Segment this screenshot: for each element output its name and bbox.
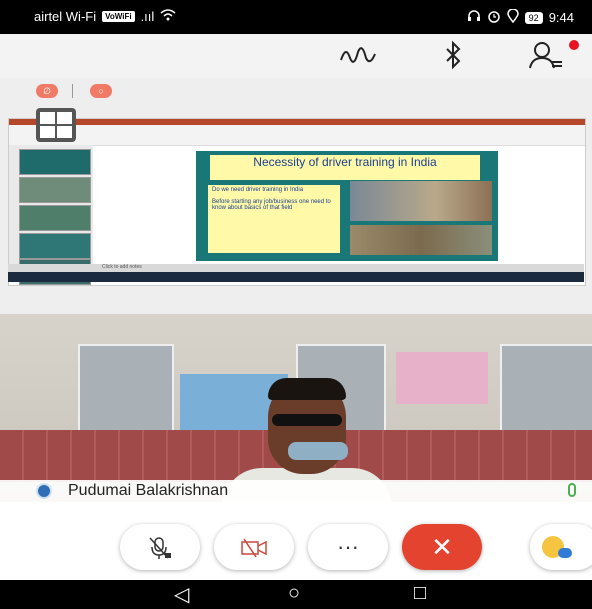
slide-thumbnail (19, 149, 91, 175)
slide-photo-lorries (350, 225, 492, 255)
sunglasses (272, 414, 342, 426)
headset-icon (467, 9, 481, 26)
status-bar: airtel Wi-Fi VoWiFi .ııl 92 9:44 (0, 0, 592, 34)
participants-icon[interactable] (528, 40, 564, 77)
participant-video (0, 314, 592, 504)
bluetooth-icon[interactable] (442, 40, 466, 77)
android-nav-bar: ◁ ○ □ (0, 580, 592, 609)
mute-button[interactable] (120, 524, 200, 570)
notification-dot (569, 40, 579, 50)
carrier-text: airtel Wi-Fi (34, 9, 97, 24)
presence-icon (36, 483, 52, 499)
presenter-stop-icon[interactable]: ○ (90, 84, 112, 98)
grid-cell (40, 112, 55, 124)
participant-name: Pudumai Balakrishnan (68, 482, 229, 499)
grid-cell (40, 126, 55, 138)
slide-photo-trucks (350, 181, 492, 221)
slide-thumbnails (9, 145, 93, 285)
wall-poster (396, 352, 488, 404)
layout-grid-button[interactable] (36, 108, 76, 142)
ppt-status-bar: Click to add notes (8, 264, 584, 272)
battery-indicator: 92 (524, 11, 543, 24)
mic-active-icon (568, 483, 576, 497)
slide-bullets: Do we need driver training in India Befo… (208, 185, 340, 253)
background-window (78, 344, 174, 438)
divider (72, 84, 73, 98)
powerpoint-window: Necessity of driver training in India Do… (8, 118, 586, 286)
grid-cell (57, 126, 72, 138)
location-icon (506, 8, 519, 26)
background-window (500, 344, 592, 438)
slide-thumbnail (19, 205, 91, 231)
slide-title: Necessity of driver training in India (210, 155, 480, 180)
grid-cell (57, 112, 72, 124)
wifi-icon (160, 9, 176, 24)
pen-scribble-icon[interactable] (338, 40, 378, 77)
signal-icon: .ııl (140, 9, 155, 24)
more-options-button[interactable]: ··· (308, 524, 388, 570)
raise-hand-icon (558, 548, 572, 558)
slide-bullet: Do we need driver training in India (212, 187, 304, 193)
presenter-mic-off-icon[interactable]: ∅ (36, 84, 58, 98)
recents-icon[interactable]: □ (414, 582, 426, 605)
call-controls: ··· ✕ (0, 502, 592, 580)
hair (268, 378, 346, 400)
ppt-notes-hint: Click to add notes (102, 264, 142, 270)
ppt-ribbon (9, 125, 585, 146)
slide-thumbnail (19, 233, 91, 259)
mic-off-icon (147, 536, 173, 559)
meeting-top-bar (0, 34, 592, 78)
alarm-icon (487, 9, 501, 26)
video-off-icon (240, 536, 268, 558)
participant-name-bar: Pudumai Balakrishnan (0, 480, 592, 502)
windows-taskbar (8, 272, 584, 282)
clock-time: 9:44 (548, 10, 574, 25)
current-slide: Necessity of driver training in India Do… (196, 151, 498, 261)
back-icon[interactable]: ◁ (174, 582, 189, 607)
end-call-button[interactable]: ✕ (402, 524, 482, 570)
reactions-button[interactable] (530, 524, 592, 570)
slide-thumbnail (19, 177, 91, 203)
video-toggle-button[interactable] (214, 524, 294, 570)
slide-bullet: Before starting any job/business one nee… (212, 199, 331, 211)
vowifi-badge: VoWiFi (102, 11, 135, 22)
face-mask (288, 442, 348, 460)
home-icon[interactable]: ○ (288, 582, 300, 605)
